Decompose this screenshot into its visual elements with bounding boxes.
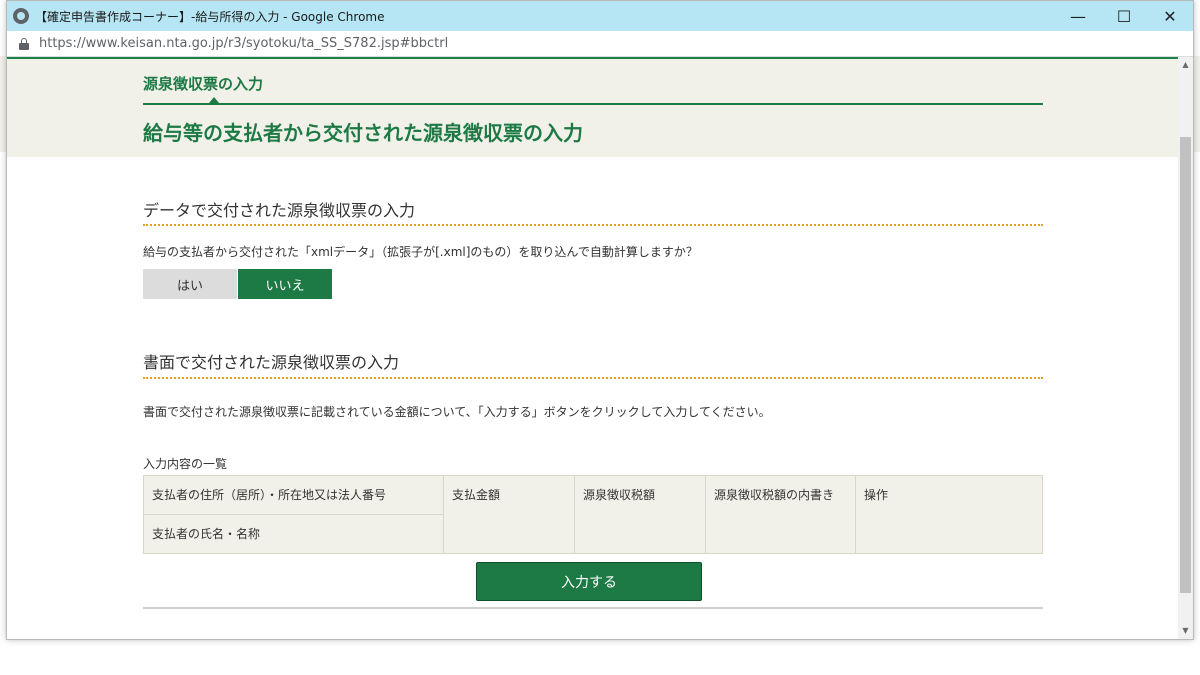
column-header-operation: 操作 <box>855 475 1043 554</box>
column-header-name: 支払者の氏名・名称 <box>143 514 444 554</box>
title-bar: 【確定申告書作成コーナー】-給与所得の入力 - Google Chrome — … <box>7 1 1193 31</box>
input-list-table: 支払者の住所（居所）・所在地又は法人番号 支払金額 源泉徴収税額 源泉徴収税額の… <box>143 475 1043 554</box>
maximize-button[interactable]: ☐ <box>1101 1 1147 31</box>
page-title: 給与等の支払者から交付された源泉徴収票の入力 <box>143 121 583 145</box>
url-text[interactable]: https://www.keisan.nta.go.jp/r3/syotoku/… <box>39 36 448 51</box>
no-button[interactable]: いいえ <box>238 269 332 299</box>
window-title: 【確定申告書作成コーナー】-給与所得の入力 - Google Chrome <box>35 9 385 24</box>
scroll-thumb[interactable] <box>1180 137 1191 593</box>
breadcrumb-step: 源泉徴収票の入力 <box>143 75 264 93</box>
vertical-scrollbar[interactable]: ▲ ▼ <box>1178 57 1193 639</box>
column-header-tax: 源泉徴収税額 <box>574 475 706 554</box>
header-divider <box>143 103 1043 105</box>
page-content: 源泉徴収票の入力 給与等の支払者から交付された源泉徴収票の入力 データで交付され… <box>7 57 1179 639</box>
header-band: 源泉徴収票の入力 給与等の支払者から交付された源泉徴収票の入力 <box>7 57 1179 157</box>
paper-input-instruction: 書面で交付された源泉徴収票に記載されている金額について、「入力する」ボタンをクリ… <box>143 405 771 419</box>
popup-window: 【確定申告書作成コーナー】-給与所得の入力 - Google Chrome — … <box>6 0 1194 640</box>
lock-icon <box>19 37 29 50</box>
column-header-address: 支払者の住所（居所）・所在地又は法人番号 <box>143 475 444 515</box>
xml-import-question: 給与の支払者から交付された「xmlデータ」（拡張子が[.xml]のもの）を取り込… <box>143 245 698 259</box>
scroll-down-arrow-icon[interactable]: ▼ <box>1178 623 1193 639</box>
data-section-title: データで交付された源泉徴収票の入力 <box>143 201 416 220</box>
chrome-icon <box>13 8 29 24</box>
address-bar[interactable]: https://www.keisan.nta.go.jp/r3/syotoku/… <box>7 31 1193 57</box>
column-header-breakdown: 源泉徴収税額の内書き <box>705 475 856 554</box>
paper-section-title: 書面で交付された源泉徴収票の入力 <box>143 353 400 372</box>
input-button[interactable]: 入力する <box>476 562 702 601</box>
data-section-divider <box>143 224 1043 226</box>
column-header-amount: 支払金額 <box>443 475 575 554</box>
paper-section-divider <box>143 377 1043 379</box>
close-button[interactable]: ✕ <box>1147 1 1193 31</box>
table-caption: 入力内容の一覧 <box>143 457 228 471</box>
minimize-button[interactable]: — <box>1055 1 1101 31</box>
yes-button[interactable]: はい <box>143 269 237 299</box>
scroll-up-arrow-icon[interactable]: ▲ <box>1178 57 1193 73</box>
bottom-divider <box>143 607 1043 609</box>
